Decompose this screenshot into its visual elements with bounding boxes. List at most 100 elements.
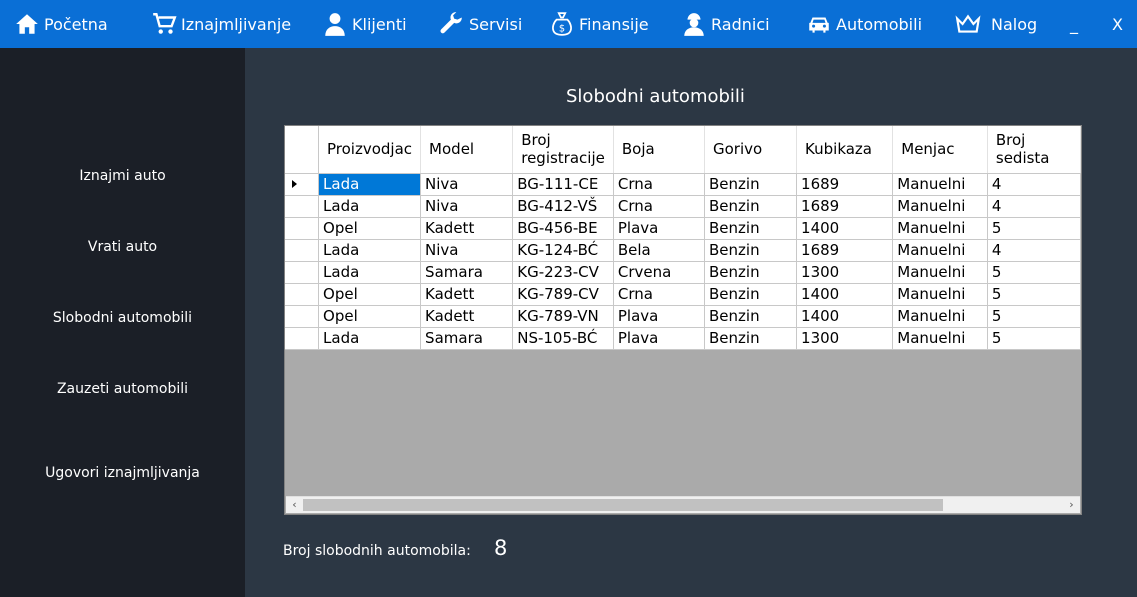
sidebar-item-rent-car[interactable]: Iznajmi auto [0,168,245,184]
table-cell[interactable]: 1689 [796,239,894,262]
row-header[interactable] [285,305,320,328]
sidebar-item-return-car[interactable]: Vrati auto [0,239,245,255]
table-cell[interactable]: Manuelni [892,195,988,218]
nav-workers[interactable]: Radnici [681,0,770,48]
cars-table[interactable]: Proizvodjac Model Broj registracije Boja… [284,125,1082,515]
table-cell[interactable]: Benzin [704,305,798,328]
column-header[interactable]: Kubikaza [796,126,894,174]
table-cell[interactable]: Bela [613,239,706,262]
table-cell[interactable]: Lada [318,261,422,284]
table-cell[interactable]: 4 [987,173,1081,196]
table-cell[interactable]: Manuelni [892,239,988,262]
row-header[interactable] [285,173,320,196]
table-cell[interactable]: Crna [613,173,706,196]
table-cell[interactable]: Benzin [704,283,798,306]
table-cell[interactable]: Manuelni [892,305,988,328]
table-cell[interactable]: 1689 [796,173,894,196]
column-header[interactable]: Proizvodjac [318,126,422,174]
table-cell[interactable]: BG-456-BE [512,217,614,240]
nav-account[interactable]: Nalog [955,0,1037,48]
table-cell[interactable]: 1689 [796,195,894,218]
table-cell[interactable]: Manuelni [892,261,988,284]
table-cell[interactable]: 5 [987,283,1081,306]
nav-services[interactable]: Servisi [439,0,522,48]
table-cell[interactable]: 4 [987,195,1081,218]
table-row[interactable]: Opel Kadett KG-789-VN Plava Benzin 1400 Manuel… [285,305,1081,328]
table-cell[interactable]: Kadett [420,305,514,328]
nav-rentals[interactable]: Iznajmljivanje [151,0,291,48]
table-cell[interactable]: 4 [987,239,1081,262]
nav-home[interactable]: Početna [14,0,108,48]
table-row[interactable]: Lada Niva BG-412-VŠ Crna Benzin 1689 Manuelni 4 [285,195,1081,218]
table-cell[interactable]: Manuelni [892,173,988,196]
table-cell[interactable]: 1400 [796,217,894,240]
table-cell[interactable]: Benzin [704,217,798,240]
table-cell[interactable]: 5 [987,261,1081,284]
scrollbar-thumb[interactable] [303,499,943,511]
nav-cars[interactable]: Automobili [806,0,922,48]
table-cell[interactable]: Niva [420,195,514,218]
column-header[interactable]: Menjac [892,126,988,174]
column-header[interactable]: Broj registracije [512,126,614,174]
table-cell[interactable]: Benzin [704,173,798,196]
table-cell[interactable]: Benzin [704,327,798,350]
row-header[interactable] [285,239,320,262]
table-cell[interactable]: Manuelni [892,327,988,350]
table-cell[interactable]: Manuelni [892,217,988,240]
table-cell[interactable]: Lada [318,195,422,218]
table-cell[interactable]: Kadett [420,217,514,240]
table-cell[interactable]: Plava [613,217,706,240]
table-cell[interactable]: BG-412-VŠ [512,195,614,218]
table-cell[interactable]: Benzin [704,239,798,262]
table-cell[interactable]: 1300 [796,327,894,350]
row-header[interactable] [285,217,320,240]
nav-clients[interactable]: Klijenti [322,0,407,48]
table-cell[interactable]: KG-124-BĆ [512,239,614,262]
table-cell[interactable]: 1400 [796,283,894,306]
table-cell[interactable]: Niva [420,173,514,196]
row-header[interactable] [285,195,320,218]
table-cell[interactable]: Crna [613,283,706,306]
table-cell[interactable]: Opel [318,217,422,240]
table-cell[interactable]: Benzin [704,195,798,218]
table-row[interactable]: Opel Kadett KG-789-CV Crna Benzin 1400 Manueln… [285,283,1081,306]
table-cell[interactable]: 5 [987,327,1081,350]
table-cell[interactable]: Benzin [704,261,798,284]
scroll-left-icon[interactable]: ‹ [286,497,303,513]
table-row[interactable]: Lada Niva KG-124-BĆ Bela Benzin 1689 Manuelni 4 [285,239,1081,262]
table-row[interactable]: Lada Samara KG-223-CV Crvena Benzin 1300 Manue… [285,261,1081,284]
table-cell[interactable]: NS-105-BĆ [512,327,614,350]
table-cell[interactable]: Kadett [420,283,514,306]
minimize-button[interactable]: _ [1070,0,1078,48]
table-cell[interactable]: Lada [318,239,422,262]
row-header[interactable] [285,327,320,350]
table-cell[interactable]: 5 [987,305,1081,328]
table-row[interactable]: Lada Samara NS-105-BĆ Plava Benzin 1300 Manuel… [285,327,1081,350]
table-cell[interactable]: 5 [987,217,1081,240]
sidebar-item-free-cars[interactable]: Slobodni automobili [0,310,245,326]
table-cell[interactable]: Crna [613,195,706,218]
column-header[interactable]: Broj sedista [987,126,1081,174]
table-cell[interactable]: Samara [420,261,514,284]
table-cell[interactable]: Lada [318,173,422,196]
column-header[interactable]: Model [420,126,514,174]
table-cell[interactable]: 1300 [796,261,894,284]
table-cell[interactable]: Manuelni [892,283,988,306]
table-cell[interactable]: KG-789-VN [512,305,614,328]
table-cell[interactable]: BG-111-CE [512,173,614,196]
nav-finance[interactable]: $ Finansije [549,0,649,48]
scroll-right-icon[interactable]: › [1063,497,1080,513]
table-cell[interactable]: Crvena [613,261,706,284]
table-cell[interactable]: KG-789-CV [512,283,614,306]
horizontal-scrollbar[interactable]: ‹ › [286,496,1080,513]
table-row[interactable]: Opel Kadett BG-456-BE Plava Benzin 1400 Manuel… [285,217,1081,240]
row-header[interactable] [285,283,320,306]
column-header[interactable]: Gorivo [704,126,798,174]
sidebar-item-occupied-cars[interactable]: Zauzeti automobili [0,381,245,397]
table-cell[interactable]: Opel [318,283,422,306]
table-cell[interactable]: KG-223-CV [512,261,614,284]
sidebar-item-contracts[interactable]: Ugovori iznajmljivanja [0,465,245,481]
table-cell[interactable]: Opel [318,305,422,328]
table-cell[interactable]: 1400 [796,305,894,328]
table-cell[interactable]: Samara [420,327,514,350]
